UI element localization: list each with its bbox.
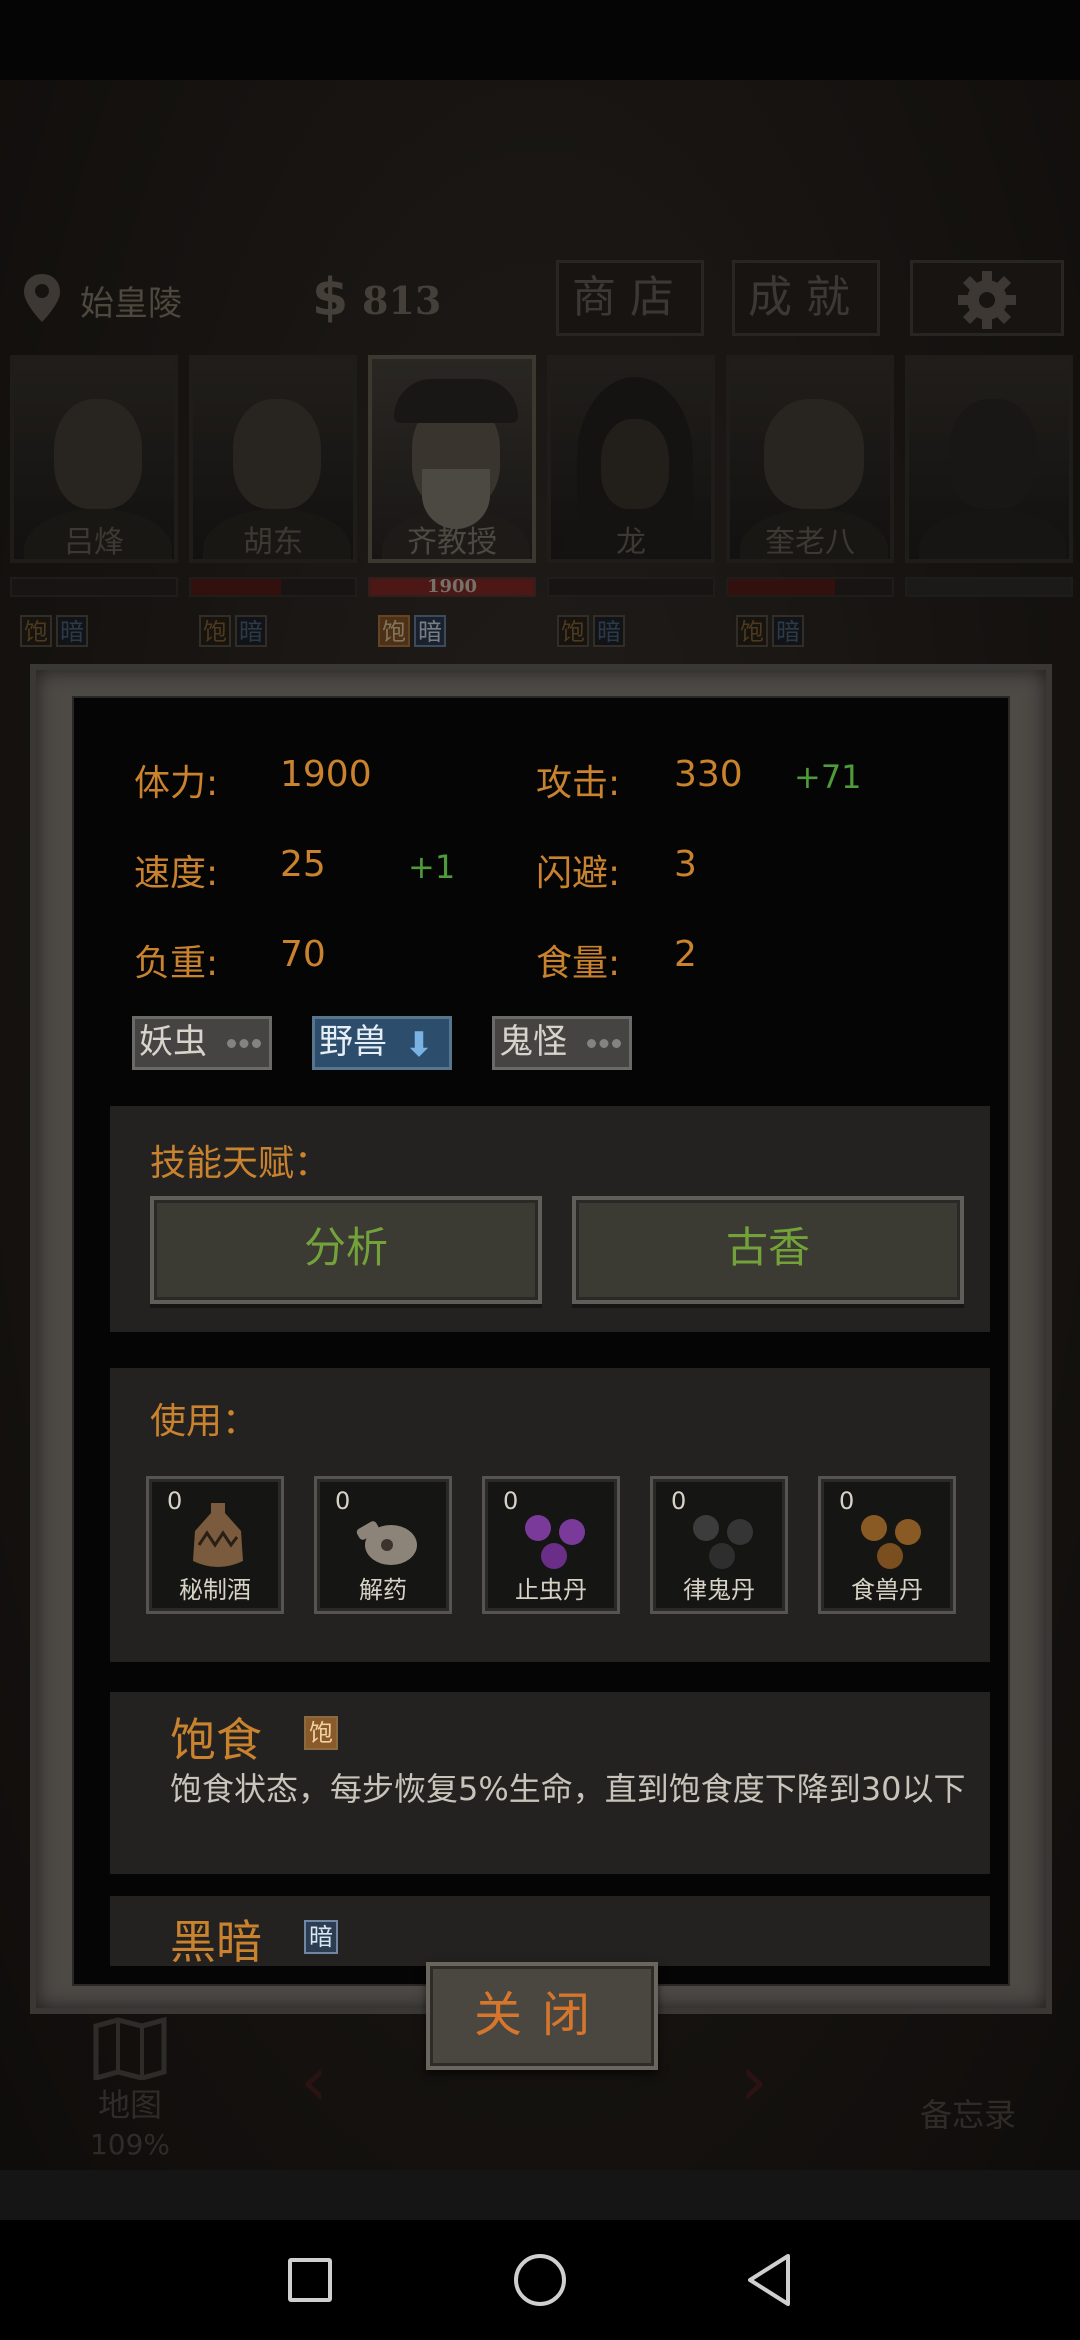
load-label: 负重:	[134, 943, 219, 984]
resistance-insect: 妖虫	[132, 1016, 272, 1070]
recent-apps-icon[interactable]	[288, 2258, 332, 2302]
status-effect-title: 饱食	[170, 1713, 262, 1767]
resistance-beast: 野兽 ⬇	[312, 1016, 452, 1070]
status-effect-title: 黑暗	[170, 1915, 262, 1969]
attack-label: 攻击:	[536, 763, 621, 804]
skill-analyze-button[interactable]: 分析	[150, 1196, 542, 1304]
status-effect-desc: 饱食状态，每步恢复5%生命，直到饱食度下降到30以下	[170, 1770, 966, 1808]
item-antidote[interactable]: 0 解药	[314, 1476, 452, 1614]
status-effect-dark: 黑暗 暗	[110, 1896, 990, 1969]
item-insect-pill[interactable]: 0 止虫丹	[482, 1476, 620, 1614]
skill-ancient-fragrance-button[interactable]: 古香	[572, 1196, 964, 1304]
dodge-label: 闪避:	[536, 853, 621, 894]
status-effect-full: 饱食 饱 饱食状态，每步恢复5%生命，直到饱食度下降到30以下	[110, 1692, 990, 1874]
purple-pills-icon	[525, 1515, 551, 1541]
item-ghost-pill[interactable]: 0 律鬼丹	[650, 1476, 788, 1614]
attack-bonus: +71	[794, 758, 862, 796]
food-label: 食量:	[536, 943, 621, 984]
use-title: 使用：	[150, 1401, 259, 1442]
back-icon[interactable]	[744, 2252, 794, 2308]
home-icon[interactable]	[514, 2254, 566, 2306]
speed-bonus: +1	[408, 848, 456, 886]
load-value: 70	[280, 934, 326, 975]
wine-jar-icon	[193, 1503, 243, 1567]
speed-label: 速度:	[134, 853, 219, 894]
item-label: 止虫丹	[515, 1576, 587, 1604]
item-beast-pill[interactable]: 0 食兽丹	[818, 1476, 956, 1614]
stamina-value: 1900	[280, 754, 372, 795]
dodge-value: 3	[674, 844, 697, 885]
down-arrow-icon: ⬇	[404, 1025, 434, 1065]
antidote-flask-icon	[356, 1521, 417, 1565]
resistance-ghost: 鬼怪	[492, 1016, 632, 1070]
skills-title: 技能天赋：	[150, 1143, 331, 1184]
full-status-tag: 饱	[304, 1716, 338, 1750]
item-label: 律鬼丹	[683, 1576, 755, 1604]
item-label: 秘制酒	[179, 1576, 251, 1604]
dark-status-tag: 暗	[304, 1920, 338, 1954]
speed-value: 25	[280, 844, 326, 885]
item-label: 解药	[359, 1576, 407, 1604]
dialog-content: 体力: 1900 攻击: 330 +71 速度: 25 +1 闪避: 3 负重:…	[72, 696, 1010, 1986]
food-value: 2	[674, 934, 697, 975]
neutral-dash-icon	[227, 1039, 261, 1049]
character-detail-dialog: 体力: 1900 攻击: 330 +71 速度: 25 +1 闪避: 3 负重:…	[30, 664, 1052, 2014]
neutral-dash-icon	[587, 1039, 621, 1049]
attack-value: 330	[674, 754, 743, 795]
use-section: 使用： 0 秘制酒 0 解药 0 止虫丹 0 律鬼丹 0 食兽丹	[110, 1368, 990, 1662]
brown-pills-icon	[861, 1515, 887, 1541]
gray-pills-icon	[693, 1515, 719, 1541]
skills-section: 技能天赋： 分析 古香	[110, 1106, 990, 1332]
item-secret-wine[interactable]: 0 秘制酒	[146, 1476, 284, 1614]
item-label: 食兽丹	[851, 1576, 923, 1604]
status-bar	[0, 0, 1080, 80]
close-button[interactable]: 关闭	[426, 1962, 658, 2070]
stamina-label: 体力:	[134, 763, 219, 804]
